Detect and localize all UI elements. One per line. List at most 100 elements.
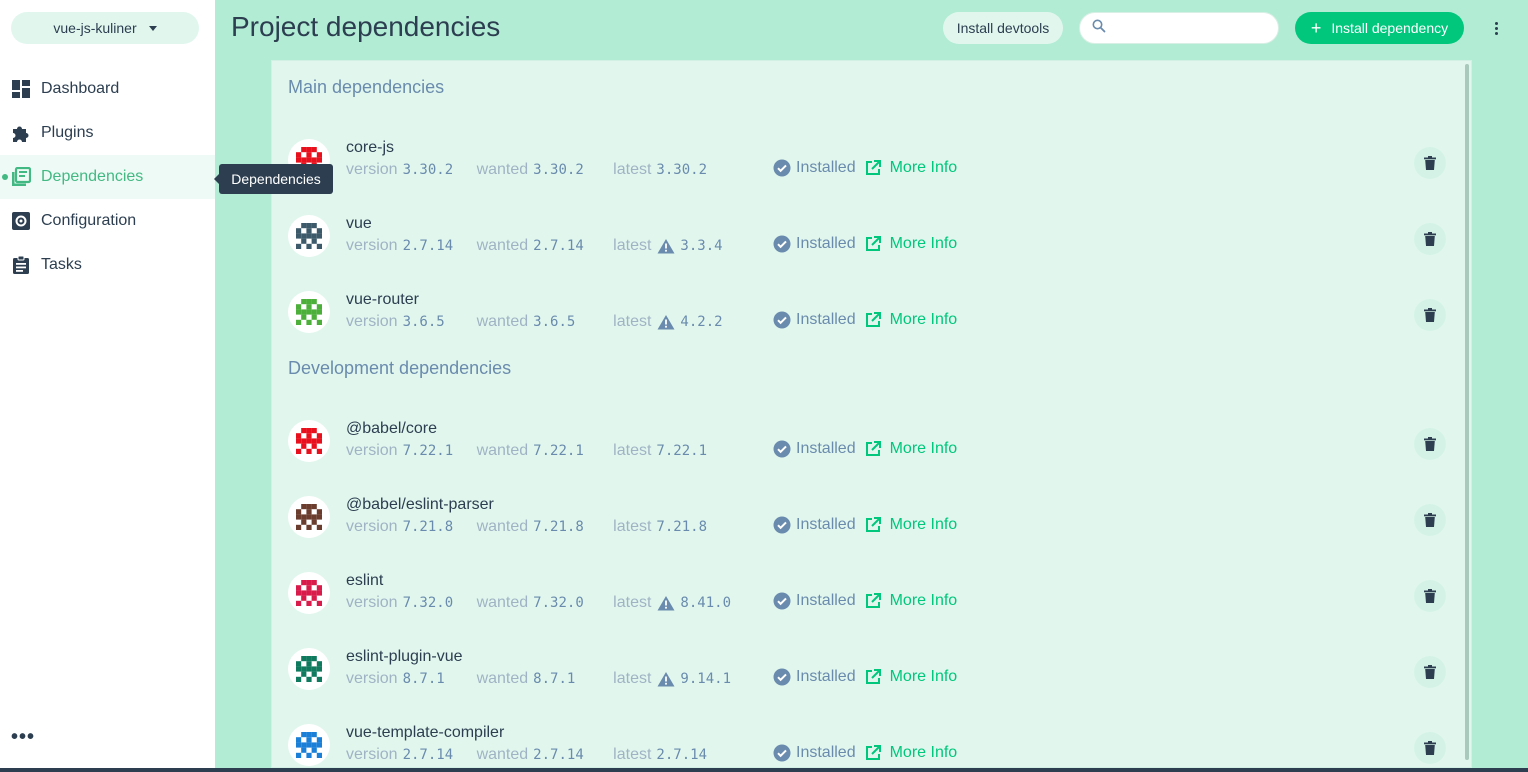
wanted-label: wanted <box>476 594 529 611</box>
version-label: version <box>346 313 398 330</box>
package-status: Installed More Info <box>773 159 957 177</box>
more-info-link[interactable]: More Info <box>864 159 957 177</box>
more-info-link[interactable]: More Info <box>864 440 957 458</box>
dashboard-icon <box>10 78 32 100</box>
warning-icon <box>657 314 675 330</box>
kebab-menu-icon[interactable] <box>1487 16 1505 40</box>
version-label: version <box>346 161 398 178</box>
search-box <box>1079 12 1279 44</box>
version-value: 3.30.2 <box>402 162 454 178</box>
wanted-label: wanted <box>476 161 529 178</box>
package-status: Installed More Info <box>773 744 957 762</box>
package-avatar <box>288 724 330 766</box>
package-avatar <box>288 215 330 257</box>
package-name: eslint-plugin-vue <box>346 648 463 665</box>
project-name: vue-js-kuliner <box>53 20 137 36</box>
uninstall-button[interactable] <box>1414 299 1446 331</box>
main-dependencies-title: Main dependencies <box>288 77 445 97</box>
more-info-label: More Info <box>889 744 958 761</box>
uninstall-button[interactable] <box>1414 504 1446 536</box>
install-devtools-button[interactable]: Install devtools <box>943 12 1063 44</box>
package-name: @babel/core <box>346 420 437 437</box>
package-avatar <box>288 420 330 462</box>
sidebar-nav: Dashboard Plugins Dependencies Configura… <box>0 67 215 287</box>
installed-label: Installed <box>796 744 856 761</box>
more-info-link[interactable]: More Info <box>864 744 958 762</box>
trash-icon <box>1424 232 1436 246</box>
more-info-link[interactable]: More Info <box>864 235 958 253</box>
search-input[interactable] <box>1114 20 1264 36</box>
check-circle-icon <box>773 744 791 762</box>
dependency-row: @babel/eslint-parser version 7.21.8 want… <box>272 488 1462 564</box>
sidebar-item-configuration[interactable]: Configuration <box>0 199 215 243</box>
external-link-icon <box>864 516 882 534</box>
package-name: @babel/eslint-parser <box>346 496 494 513</box>
version-value: 3.6.5 <box>402 314 445 330</box>
package-versions: version 3.30.2 wanted 3.30.2 latest 3.30… <box>346 161 707 179</box>
search-icon <box>1092 19 1106 38</box>
sidebar-item-label: Dependencies <box>41 168 144 185</box>
wanted-value: 3.6.5 <box>533 314 576 330</box>
wanted-value: 3.30.2 <box>533 162 584 178</box>
more-info-link[interactable]: More Info <box>864 668 957 686</box>
external-link-icon <box>864 235 882 253</box>
more-info-label: More Info <box>889 235 958 252</box>
sidebar-item-label: Plugins <box>41 124 94 141</box>
sidebar-item-tasks[interactable]: Tasks <box>0 243 215 287</box>
project-selector[interactable]: vue-js-kuliner <box>11 12 199 44</box>
more-options-icon[interactable]: ••• <box>11 726 35 749</box>
wanted-label: wanted <box>476 670 529 687</box>
package-versions: version 7.21.8 wanted 7.21.8 latest 7.21… <box>346 518 707 536</box>
uninstall-button[interactable] <box>1414 732 1446 764</box>
wanted-value: 7.21.8 <box>533 519 584 535</box>
version-value: 7.21.8 <box>402 519 454 535</box>
dependencies-panel: Main dependencies core-js version 3.30.2… <box>271 60 1472 768</box>
package-name: eslint <box>346 572 384 589</box>
trash-icon <box>1424 665 1436 679</box>
package-versions: version 7.22.1 wanted 7.22.1 latest 7.22… <box>346 442 707 460</box>
installed-label: Installed <box>796 668 856 685</box>
latest-label: latest <box>613 518 652 535</box>
window-bottom-edge <box>0 768 1528 772</box>
uninstall-button[interactable] <box>1414 428 1446 460</box>
settings-icon <box>10 210 32 232</box>
tooltip: Dependencies <box>214 164 333 194</box>
package-avatar <box>288 648 330 690</box>
package-avatar <box>288 496 330 538</box>
uninstall-button[interactable] <box>1414 656 1446 688</box>
trash-icon <box>1424 589 1436 603</box>
wanted-value: 7.22.1 <box>533 443 584 459</box>
more-info-link[interactable]: More Info <box>864 592 958 610</box>
latest-label: latest <box>613 237 652 254</box>
trash-icon <box>1424 156 1436 170</box>
package-status: Installed More Info <box>773 440 957 458</box>
external-link-icon <box>864 311 882 329</box>
trash-icon <box>1424 437 1436 451</box>
caret-down-icon <box>148 26 157 31</box>
latest-label: latest <box>613 161 652 178</box>
dependency-row: vue-template-compiler version 2.7.14 wan… <box>272 716 1462 767</box>
dev-dependencies-title: Development dependencies <box>288 358 512 378</box>
scrollbar[interactable] <box>1465 64 1469 760</box>
more-info-label: More Info <box>889 592 958 609</box>
version-value: 7.22.1 <box>402 443 454 459</box>
uninstall-button[interactable] <box>1414 223 1446 255</box>
sidebar-item-dashboard[interactable]: Dashboard <box>0 67 215 111</box>
package-avatar <box>288 291 330 333</box>
external-link-icon <box>864 668 882 686</box>
more-info-link[interactable]: More Info <box>864 516 957 534</box>
more-info-link[interactable]: More Info <box>864 311 957 329</box>
uninstall-button[interactable] <box>1414 580 1446 612</box>
package-name: vue-template-compiler <box>346 724 505 741</box>
dependency-row: core-js version 3.30.2 wanted 3.30.2 lat… <box>272 131 1462 207</box>
latest-label: latest <box>613 442 652 459</box>
sidebar-item-plugins[interactable]: Plugins <box>0 111 215 155</box>
check-circle-icon <box>773 159 791 177</box>
package-name: vue-router <box>346 291 419 308</box>
uninstall-button[interactable] <box>1414 147 1446 179</box>
install-dependency-button[interactable]: + Install dependency <box>1295 12 1464 44</box>
install-dependency-label: Install dependency <box>1331 20 1449 36</box>
wanted-label: wanted <box>476 313 529 330</box>
sidebar-item-dependencies[interactable]: Dependencies <box>0 155 215 199</box>
version-value: 2.7.14 <box>402 747 454 763</box>
